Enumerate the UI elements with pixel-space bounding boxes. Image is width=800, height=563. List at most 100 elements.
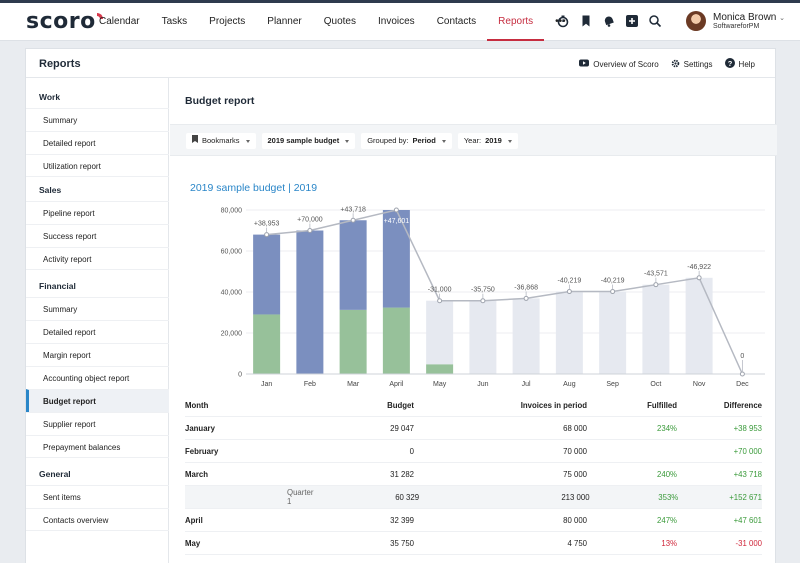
sidebar-item-budget-report[interactable]: Budget report	[26, 389, 169, 412]
nav-item-contacts[interactable]: Contacts	[426, 3, 487, 41]
line-point	[393, 207, 399, 213]
sidebar-section-title: Sales	[39, 185, 62, 195]
table-header: Month Budget Invoices in period Fulfilled Di…	[185, 395, 762, 417]
nav-item-planner[interactable]: Planner	[256, 3, 312, 41]
budget-table: Month Budget Invoices in period Fulfilled Di…	[185, 395, 762, 555]
sidebar-item-margin-report[interactable]: Margin report	[26, 343, 169, 366]
nav-item-calendar[interactable]: Calendar	[88, 3, 151, 41]
column-header[interactable]: Budget	[280, 401, 414, 410]
help-link[interactable]: ? Help	[724, 58, 755, 70]
nav-item-tasks[interactable]: Tasks	[151, 3, 199, 41]
bell-icon[interactable]	[602, 14, 616, 28]
column-header[interactable]: Difference	[677, 401, 762, 410]
bar-series-2-jul	[512, 298, 540, 374]
cell-invoices: 4 750	[567, 538, 587, 548]
line-point	[307, 228, 313, 233]
youtube-icon	[579, 59, 590, 69]
search-icon[interactable]	[648, 14, 662, 28]
x-tick-label: Feb	[304, 381, 316, 388]
column-header[interactable]: Invoices in period	[414, 401, 587, 410]
line-point	[739, 371, 745, 377]
sidebar-item-success-report[interactable]: Success report	[26, 224, 169, 247]
line-point	[566, 289, 572, 295]
cell-difference: -31 000	[735, 538, 762, 548]
sidebar-item-utilization-report[interactable]: Utilization report	[26, 154, 169, 177]
help-icon: ?	[724, 58, 735, 70]
main-nav: Calendar Tasks Projects Planner Quotes Invoic…	[88, 3, 577, 41]
nav-item-quotes[interactable]: Quotes	[313, 3, 367, 41]
cell-difference: +70 000	[733, 446, 762, 456]
timer-icon[interactable]	[556, 14, 570, 28]
cell-fulfilled: 234%	[657, 423, 677, 433]
cell-difference: +152 671	[729, 492, 762, 502]
x-tick-label: April	[389, 381, 403, 388]
sidebar-item-detailed-report[interactable]: Detailed report	[26, 131, 169, 154]
nav-item-projects[interactable]: Projects	[198, 3, 256, 41]
bar-series-2-oct	[642, 284, 670, 374]
data-label: -35,750	[471, 287, 495, 294]
table-row: May 35 750 4 750 13% -31 000	[185, 532, 762, 555]
sidebar-group-work: Work Summary Detailed report Utilization re…	[26, 86, 169, 177]
user-company: SoftwareforPM	[713, 23, 760, 30]
cell-month: March	[185, 469, 208, 479]
sidebar-item-pipeline-report[interactable]: Pipeline report	[26, 201, 169, 224]
cell-difference: +43 718	[733, 469, 762, 479]
y-tick-label: 0	[238, 372, 242, 379]
panel-actions: Overview of Scoro Settings ? Help	[579, 58, 755, 70]
bar-series-2-may	[426, 300, 454, 365]
cell-invoices: 70 000	[563, 446, 587, 456]
user-menu[interactable]: Monica Brown ⌄ SoftwareforPM	[686, 11, 785, 31]
bar-series-2-jun	[469, 300, 497, 374]
column-header[interactable]: Month	[185, 401, 280, 410]
sidebar-group-general: General Sent items Contacts overview	[26, 463, 169, 531]
sidebar-item-contacts-overview[interactable]: Contacts overview	[26, 508, 169, 531]
x-tick-label: Aug	[563, 381, 576, 388]
sidebar-item-summary[interactable]: Summary	[26, 108, 169, 131]
table-row: January 29 047 68 000 234% +38 953	[185, 417, 762, 440]
sidebar-item-summary[interactable]: Summary	[26, 297, 169, 320]
sidebar-item-detailed-report[interactable]: Detailed report	[26, 320, 169, 343]
sidebar-item-accounting-object-report[interactable]: Accounting object report	[26, 366, 169, 389]
sidebar-section-title: Financial	[39, 281, 76, 291]
nav-item-invoices[interactable]: Invoices	[367, 3, 426, 41]
cell-fulfilled: 247%	[657, 515, 677, 525]
sidebar-item-supplier-report[interactable]: Supplier report	[26, 412, 169, 435]
y-tick-label: 20,000	[221, 331, 243, 338]
data-label: +43,718	[340, 206, 366, 213]
y-tick-label: 40,000	[221, 290, 243, 297]
sidebar-item-sent-items[interactable]: Sent items	[26, 485, 169, 508]
x-tick-label: Jan	[261, 381, 272, 388]
bar-series-0-april	[382, 307, 410, 374]
line-point	[610, 289, 616, 295]
cell-budget: 31 282	[390, 469, 414, 479]
settings-link[interactable]: Settings	[671, 58, 713, 70]
cell-invoices: 80 000	[563, 515, 587, 525]
overview-of-scoro-link[interactable]: Overview of Scoro	[579, 58, 659, 70]
cell-month: February	[185, 446, 219, 456]
data-label: 0	[740, 353, 744, 360]
plus-icon[interactable]	[625, 14, 639, 28]
sidebar-item-prepayment-balances[interactable]: Prepayment balances	[26, 435, 169, 458]
column-header[interactable]: Fulfilled	[587, 401, 677, 410]
bookmark-icon[interactable]	[579, 14, 593, 28]
line-point	[437, 298, 443, 304]
nav-item-reports[interactable]: Reports	[487, 3, 545, 41]
sidebar-item-activity-report[interactable]: Activity report	[26, 247, 169, 270]
avatar[interactable]	[686, 11, 706, 31]
sidebar-section-title: Work	[39, 92, 61, 102]
data-label: -40,219	[558, 278, 582, 285]
cell-budget: 32 399	[390, 515, 414, 525]
cell-fulfilled: 13%	[661, 538, 677, 548]
x-tick-label: Sep	[606, 381, 619, 388]
bar-series-0-jan	[253, 314, 281, 374]
bar-series-2-nov	[685, 277, 713, 374]
cell-month: Quarter 1	[287, 488, 314, 506]
top-icons	[556, 14, 662, 28]
cell-budget: 0	[409, 446, 414, 456]
bar-series-2-aug	[555, 291, 583, 374]
sidebar-section-title: General	[39, 469, 71, 479]
data-label: -43,571	[644, 271, 668, 278]
cell-difference: +47 601	[733, 515, 762, 525]
line-point	[480, 298, 486, 304]
x-tick-label: Jun	[477, 381, 488, 388]
